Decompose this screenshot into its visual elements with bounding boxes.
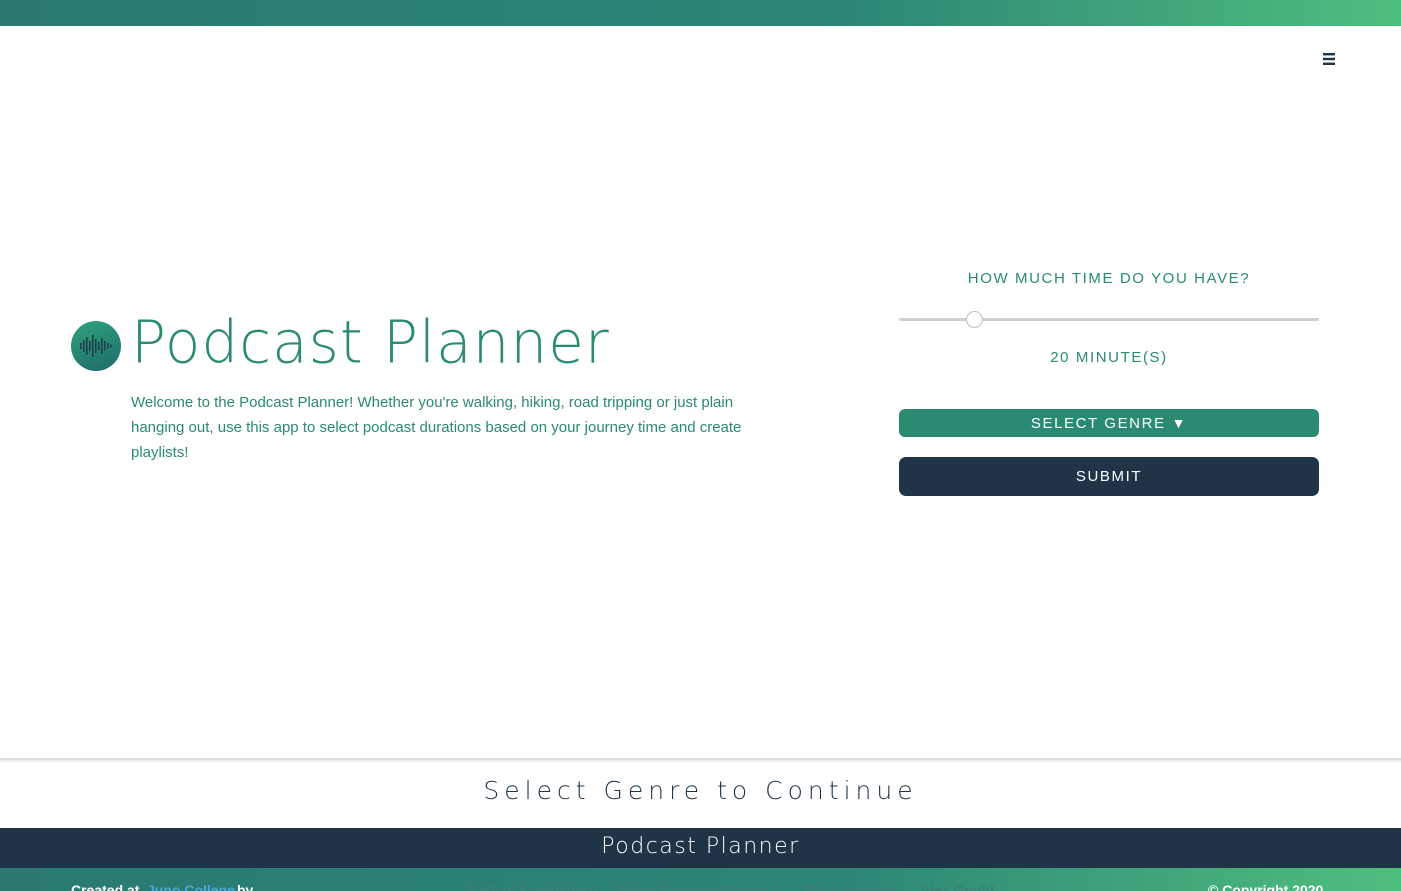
genre-select-label: SELECT GENRE <box>1030 415 1166 432</box>
results-prompt: Select Genre to Continue <box>483 776 918 805</box>
sound-wave-icon <box>71 321 121 371</box>
footer-credits: Created at Juno College by Nathan Konigs… <box>0 868 1401 891</box>
minutes-readout: 20 MINUTE(S) <box>1050 349 1168 366</box>
duration-slider-track[interactable] <box>899 318 1319 321</box>
results-divider <box>0 758 1401 763</box>
created-at-text: Created at <box>71 882 140 891</box>
chevron-down-icon: ▼ <box>1171 415 1188 431</box>
time-question-label: HOW MUCH TIME DO YOU HAVE? <box>967 270 1251 287</box>
author-link-2[interactable]: Paige Freeman-Gyoneck <box>617 882 780 891</box>
duration-slider-thumb[interactable] <box>966 311 984 328</box>
author-link-3[interactable]: Reda Waseem <box>803 882 897 891</box>
hamburger-menu-button[interactable] <box>1318 49 1340 69</box>
author-link-4[interactable]: Alex Gould <box>920 882 994 891</box>
submit-button[interactable]: SUBMIT <box>899 457 1319 496</box>
author-link-1[interactable]: Nathan Konigsberg <box>468 882 597 891</box>
genre-select-dropdown[interactable]: SELECT GENRE ▼ <box>899 409 1319 437</box>
created-by-text: by <box>237 882 254 891</box>
footer-title: Podcast Planner <box>601 834 800 859</box>
copyright-text: © Copyright 2020 <box>1208 882 1324 891</box>
welcome-paragraph: Welcome to the Podcast Planner! Whether … <box>131 394 742 461</box>
juno-college-link[interactable]: Juno College <box>147 882 235 891</box>
page-title: Podcast Planner <box>131 307 610 377</box>
top-gradient-bar <box>0 0 1401 26</box>
hamburger-menu-icon <box>1323 53 1335 65</box>
